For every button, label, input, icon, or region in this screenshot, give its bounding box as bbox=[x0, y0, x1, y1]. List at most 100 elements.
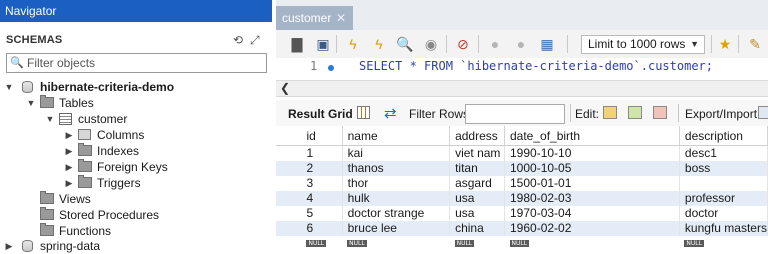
expand-panel-icon[interactable]: ⤢ bbox=[250, 33, 260, 48]
expand-arrow-icon[interactable]: ▼ bbox=[45, 111, 55, 127]
null-cell[interactable]: NULL bbox=[449, 236, 505, 247]
row-selector[interactable] bbox=[276, 146, 301, 162]
save-icon[interactable]: ▣ bbox=[314, 35, 332, 53]
cell-id[interactable]: 6 bbox=[301, 221, 343, 236]
edit-row-icon[interactable] bbox=[603, 106, 617, 119]
tree-item-columns[interactable]: ▶ Columns bbox=[0, 127, 272, 143]
row-selector[interactable] bbox=[276, 206, 301, 221]
filter-objects-field[interactable]: 🔍 bbox=[6, 53, 267, 73]
cell-name[interactable]: thanos bbox=[342, 161, 451, 176]
cell-name[interactable]: hulk bbox=[342, 191, 451, 206]
cell-id[interactable]: 5 bbox=[301, 206, 343, 221]
table-row[interactable]: 5 doctor strange usa 1970-03-04 doctor bbox=[276, 206, 768, 221]
cell-name[interactable]: kai bbox=[342, 145, 451, 161]
cell-address[interactable]: china bbox=[449, 221, 505, 236]
autocommit-icon[interactable]: ▦ bbox=[538, 35, 556, 53]
cell-name[interactable]: doctor strange bbox=[342, 206, 451, 221]
row-selector[interactable] bbox=[276, 221, 302, 236]
stop-icon[interactable]: ◉ bbox=[422, 35, 440, 53]
cell-date-of-birth[interactable]: 1990-10-10 bbox=[504, 145, 680, 161]
cell-date-of-birth[interactable]: 1960-02-02 bbox=[504, 221, 680, 236]
tree-item-views[interactable]: Views bbox=[0, 191, 272, 207]
add-row-icon[interactable] bbox=[628, 106, 642, 119]
delete-row-icon[interactable] bbox=[653, 106, 667, 119]
cell-address[interactable]: viet nam bbox=[449, 145, 505, 161]
limit-rows-select[interactable]: Limit to 1000 rows ▼ bbox=[581, 35, 705, 54]
column-header-date-of-birth[interactable]: date_of_birth bbox=[504, 126, 680, 146]
null-cell[interactable]: NULL bbox=[504, 236, 680, 247]
result-grid[interactable]: id name address date_of_birth descriptio… bbox=[276, 126, 768, 254]
cell-address[interactable]: usa bbox=[449, 206, 505, 221]
table-row[interactable]: 6 bruce lee china 1960-02-02 kungfu mast… bbox=[276, 221, 768, 236]
table-row[interactable]: 1 kai viet nam 1990-10-10 desc1 bbox=[276, 145, 768, 162]
tree-item-stored-procedures[interactable]: Stored Procedures bbox=[0, 207, 272, 223]
column-header-id[interactable]: id bbox=[301, 126, 343, 146]
rollback-icon[interactable]: ● bbox=[512, 35, 530, 53]
cell-id[interactable]: 3 bbox=[301, 176, 343, 191]
execute-current-icon[interactable]: ϟ bbox=[370, 35, 388, 53]
column-header-address[interactable]: address bbox=[449, 126, 505, 146]
null-cell[interactable]: NULL bbox=[301, 236, 343, 247]
column-header-description[interactable]: description bbox=[679, 126, 768, 146]
row-selector[interactable] bbox=[276, 191, 302, 206]
column-header-name[interactable]: name bbox=[342, 126, 451, 146]
cell-name[interactable]: bruce lee bbox=[342, 221, 451, 236]
toggle-errors-icon[interactable]: ⊘ bbox=[454, 35, 472, 53]
refresh-schemas-icon[interactable]: ⟲ bbox=[233, 33, 243, 47]
collapse-arrow-icon[interactable]: ▶ bbox=[64, 127, 74, 143]
result-grid-tab[interactable]: Result Grid bbox=[288, 107, 353, 121]
expand-arrow-icon[interactable]: ▼ bbox=[4, 79, 14, 95]
tree-item-triggers[interactable]: ▶ Triggers bbox=[0, 175, 272, 191]
collapse-arrow-icon[interactable]: ▶ bbox=[64, 159, 74, 175]
tab-customer[interactable]: customer ✕ bbox=[276, 6, 353, 30]
row-selector[interactable] bbox=[276, 236, 302, 247]
refresh-icon[interactable]: ⇄ bbox=[384, 104, 397, 122]
filter-objects-input[interactable] bbox=[27, 55, 263, 71]
cell-description[interactable]: desc1 bbox=[679, 145, 768, 161]
execute-icon[interactable]: ϟ bbox=[344, 35, 362, 53]
commit-icon[interactable]: ● bbox=[486, 35, 504, 53]
collapse-arrow-icon[interactable]: ▶ bbox=[4, 238, 14, 254]
scroll-left-icon[interactable]: ❮ bbox=[280, 81, 290, 96]
tree-item-functions[interactable]: Functions bbox=[0, 223, 272, 239]
table-row[interactable]: 2 thanos titan 1000-10-05 boss bbox=[276, 161, 768, 176]
null-cell[interactable]: NULL bbox=[679, 236, 768, 247]
filter-rows-input[interactable] bbox=[465, 104, 565, 124]
sql-statement[interactable]: SELECT * FROM `hibernate-criteria-demo`.… bbox=[359, 59, 713, 73]
add-snippet-icon[interactable]: ★ bbox=[716, 35, 734, 53]
beautify-icon[interactable]: ✎ bbox=[746, 35, 764, 53]
cell-address[interactable]: usa bbox=[449, 191, 505, 206]
cell-date-of-birth[interactable]: 1000-10-05 bbox=[504, 161, 680, 176]
tree-item-schema-spring-data[interactable]: ▶ spring-data bbox=[0, 238, 272, 254]
tree-item-indexes[interactable]: ▶ Indexes bbox=[0, 143, 272, 159]
table-row[interactable]: 3 thor asgard 1500-01-01 bbox=[276, 176, 768, 191]
cell-description[interactable]: doctor bbox=[679, 206, 768, 221]
tree-item-table-customer[interactable]: ▼ customer bbox=[0, 111, 272, 127]
cell-description[interactable]: kungfu masters bbox=[679, 221, 768, 236]
explain-icon[interactable]: 🔍 bbox=[396, 35, 414, 53]
cell-date-of-birth[interactable]: 1980-02-03 bbox=[504, 191, 680, 206]
cell-id[interactable]: 1 bbox=[301, 145, 343, 161]
table-row[interactable]: 4 hulk usa 1980-02-03 professor bbox=[276, 191, 768, 206]
collapse-arrow-icon[interactable]: ▶ bbox=[64, 175, 74, 191]
row-selector-header[interactable] bbox=[276, 126, 302, 146]
cell-id[interactable]: 4 bbox=[301, 191, 343, 206]
close-icon[interactable]: ✕ bbox=[336, 6, 346, 30]
row-selector[interactable] bbox=[276, 161, 302, 176]
tree-item-tables[interactable]: ▼ Tables bbox=[0, 95, 272, 111]
cell-date-of-birth[interactable]: 1970-03-04 bbox=[504, 206, 680, 221]
cell-id[interactable]: 2 bbox=[301, 161, 343, 176]
tree-item-foreign-keys[interactable]: ▶ Foreign Keys bbox=[0, 159, 272, 175]
expand-arrow-icon[interactable]: ▼ bbox=[26, 95, 36, 111]
cell-description[interactable]: boss bbox=[679, 161, 768, 176]
open-folder-icon[interactable]: ▇ bbox=[288, 35, 306, 53]
cell-address[interactable]: titan bbox=[449, 161, 505, 176]
new-row-placeholder[interactable]: NULL NULL NULL NULL NULL bbox=[276, 236, 768, 247]
collapse-arrow-icon[interactable]: ▶ bbox=[64, 143, 74, 159]
export-icon[interactable] bbox=[758, 106, 768, 119]
editor-horizontal-scrollbar[interactable]: ❮ bbox=[276, 80, 768, 97]
tree-item-schema-hibernate-criteria-demo[interactable]: ▼ hibernate-criteria-demo bbox=[0, 79, 272, 95]
null-cell[interactable]: NULL bbox=[342, 236, 450, 247]
grid-view-icon[interactable] bbox=[357, 106, 370, 119]
row-selector[interactable] bbox=[276, 176, 301, 191]
